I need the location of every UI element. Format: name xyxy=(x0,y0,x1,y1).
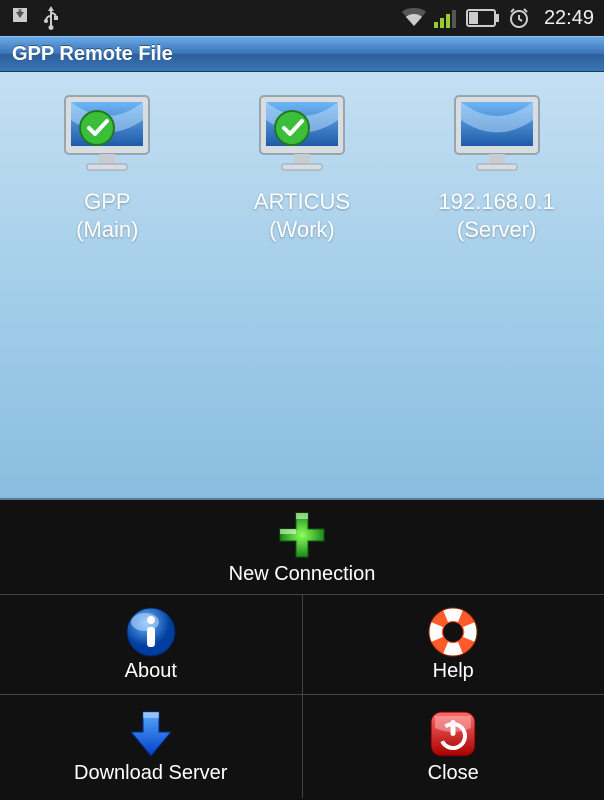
connection-item[interactable]: GPP (Main) xyxy=(22,90,192,243)
connection-label: GPP (Main) xyxy=(76,188,138,243)
menu-label: About xyxy=(125,660,177,683)
new-connection-button[interactable]: New Connection xyxy=(0,500,604,595)
menu-label: Download Server xyxy=(74,762,227,785)
about-button[interactable]: About xyxy=(0,595,303,694)
monitor-icon xyxy=(254,90,350,180)
connection-label: ARTICUS (Work) xyxy=(254,188,350,243)
usb-icon xyxy=(42,6,60,30)
info-icon xyxy=(125,606,177,658)
wifi-icon xyxy=(402,8,426,28)
status-bar: 22:49 xyxy=(0,0,604,36)
app-title-bar: GPP Remote File xyxy=(0,36,604,72)
plus-icon xyxy=(276,509,328,561)
app-title: GPP Remote File xyxy=(12,43,173,66)
help-button[interactable]: Help xyxy=(303,595,604,694)
download-icon xyxy=(10,7,30,29)
menu-label: Close xyxy=(428,762,479,785)
clock-text: 22:49 xyxy=(544,7,594,30)
connection-item[interactable]: 192.168.0.1 (Server) xyxy=(412,90,582,243)
monitor-icon xyxy=(449,90,545,180)
power-icon xyxy=(427,708,479,760)
menu-label: New Connection xyxy=(229,563,376,586)
menu-label: Help xyxy=(433,660,474,683)
signal-icon xyxy=(434,8,458,28)
close-button[interactable]: Close xyxy=(303,695,604,798)
lifebuoy-icon xyxy=(427,606,479,658)
download-server-button[interactable]: Download Server xyxy=(0,695,303,798)
connection-item[interactable]: ARTICUS (Work) xyxy=(217,90,387,243)
menu-panel: New Connection About xyxy=(0,500,604,800)
connections-grid: GPP (Main) ARTICUS (Work) xyxy=(0,72,604,500)
monitor-icon xyxy=(59,90,155,180)
alarm-icon xyxy=(508,7,530,29)
download-arrow-icon xyxy=(125,708,177,760)
connection-label: 192.168.0.1 (Server) xyxy=(439,188,555,243)
battery-icon xyxy=(466,9,500,27)
